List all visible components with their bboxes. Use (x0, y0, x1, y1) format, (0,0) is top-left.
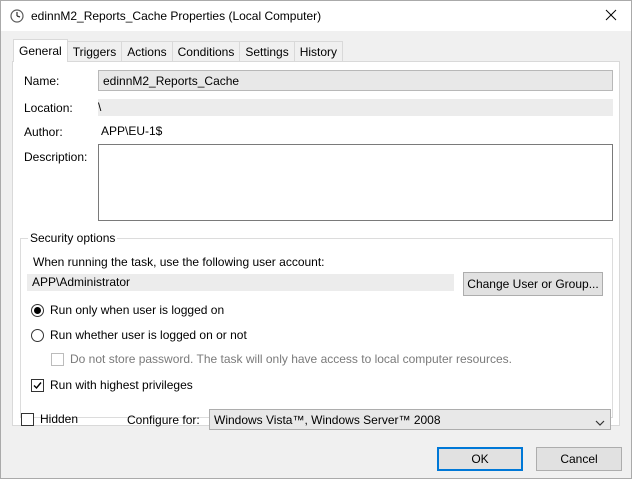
tab-conditions[interactable]: Conditions (171, 41, 241, 62)
cancel-button[interactable]: Cancel (536, 447, 622, 471)
description-textarea[interactable] (98, 144, 613, 221)
security-options-title: Security options (28, 231, 118, 245)
user-account-field: APP\Administrator (27, 274, 454, 291)
run-whether-radio[interactable] (31, 328, 44, 342)
tab-settings[interactable]: Settings (239, 41, 295, 62)
name-label: Name: (24, 74, 60, 88)
hidden-checkbox[interactable] (21, 412, 34, 426)
run-logged-on-label: Run only when user is logged on (50, 303, 225, 317)
clock-icon (10, 9, 24, 23)
author-label: Author: (24, 125, 63, 139)
no-store-password-label: Do not store password. The task will onl… (70, 352, 512, 366)
title-bar: edinnM2_Reports_Cache Properties (Local … (1, 1, 631, 31)
ok-button[interactable]: OK (437, 447, 523, 471)
hidden-option[interactable]: Hidden (21, 412, 78, 426)
name-field[interactable]: edinnM2_Reports_Cache (98, 70, 613, 91)
run-whether-label: Run whether user is logged on or not (50, 328, 247, 342)
properties-dialog: edinnM2_Reports_Cache Properties (Local … (0, 0, 632, 479)
run-logged-on-option[interactable]: Run only when user is logged on (31, 303, 224, 317)
tab-history[interactable]: History (293, 41, 344, 62)
tab-strip: General Triggers Actions Conditions Sett… (13, 39, 344, 62)
run-whether-option[interactable]: Run whether user is logged on or not (31, 328, 247, 342)
tab-triggers[interactable]: Triggers (66, 41, 123, 62)
window-title: edinnM2_Reports_Cache Properties (Local … (31, 9, 322, 23)
tab-general[interactable]: General (13, 39, 68, 62)
general-tab-panel: Name: edinnM2_Reports_Cache Location: \ … (12, 61, 620, 426)
location-label: Location: (24, 101, 73, 115)
configure-for-label: Configure for: (127, 413, 200, 427)
no-store-password-checkbox[interactable] (51, 352, 64, 366)
highest-privileges-option[interactable]: Run with highest privileges (31, 378, 193, 392)
description-label: Description: (24, 150, 88, 164)
change-user-button[interactable]: Change User or Group... (463, 272, 603, 296)
check-icon (33, 381, 42, 389)
configure-for-value: Windows Vista™, Windows Server™ 2008 (214, 413, 441, 427)
dialog-client: General Triggers Actions Conditions Sett… (1, 31, 631, 478)
highest-privileges-label: Run with highest privileges (50, 378, 193, 392)
no-store-password-option[interactable]: Do not store password. The task will onl… (51, 352, 512, 366)
run-logged-on-radio[interactable] (31, 303, 44, 317)
configure-for-select[interactable]: Windows Vista™, Windows Server™ 2008 (209, 409, 611, 430)
close-button[interactable] (591, 1, 631, 31)
location-value: \ (98, 99, 613, 116)
security-options-group: Security options When running the task, … (20, 231, 613, 418)
close-icon (605, 9, 617, 24)
author-value: APP\EU-1$ (101, 124, 163, 138)
highest-privileges-checkbox[interactable] (31, 378, 44, 392)
account-prompt: When running the task, use the following… (33, 255, 325, 269)
tab-actions[interactable]: Actions (121, 41, 173, 62)
chevron-down-icon (595, 416, 605, 430)
hidden-label: Hidden (40, 412, 79, 426)
